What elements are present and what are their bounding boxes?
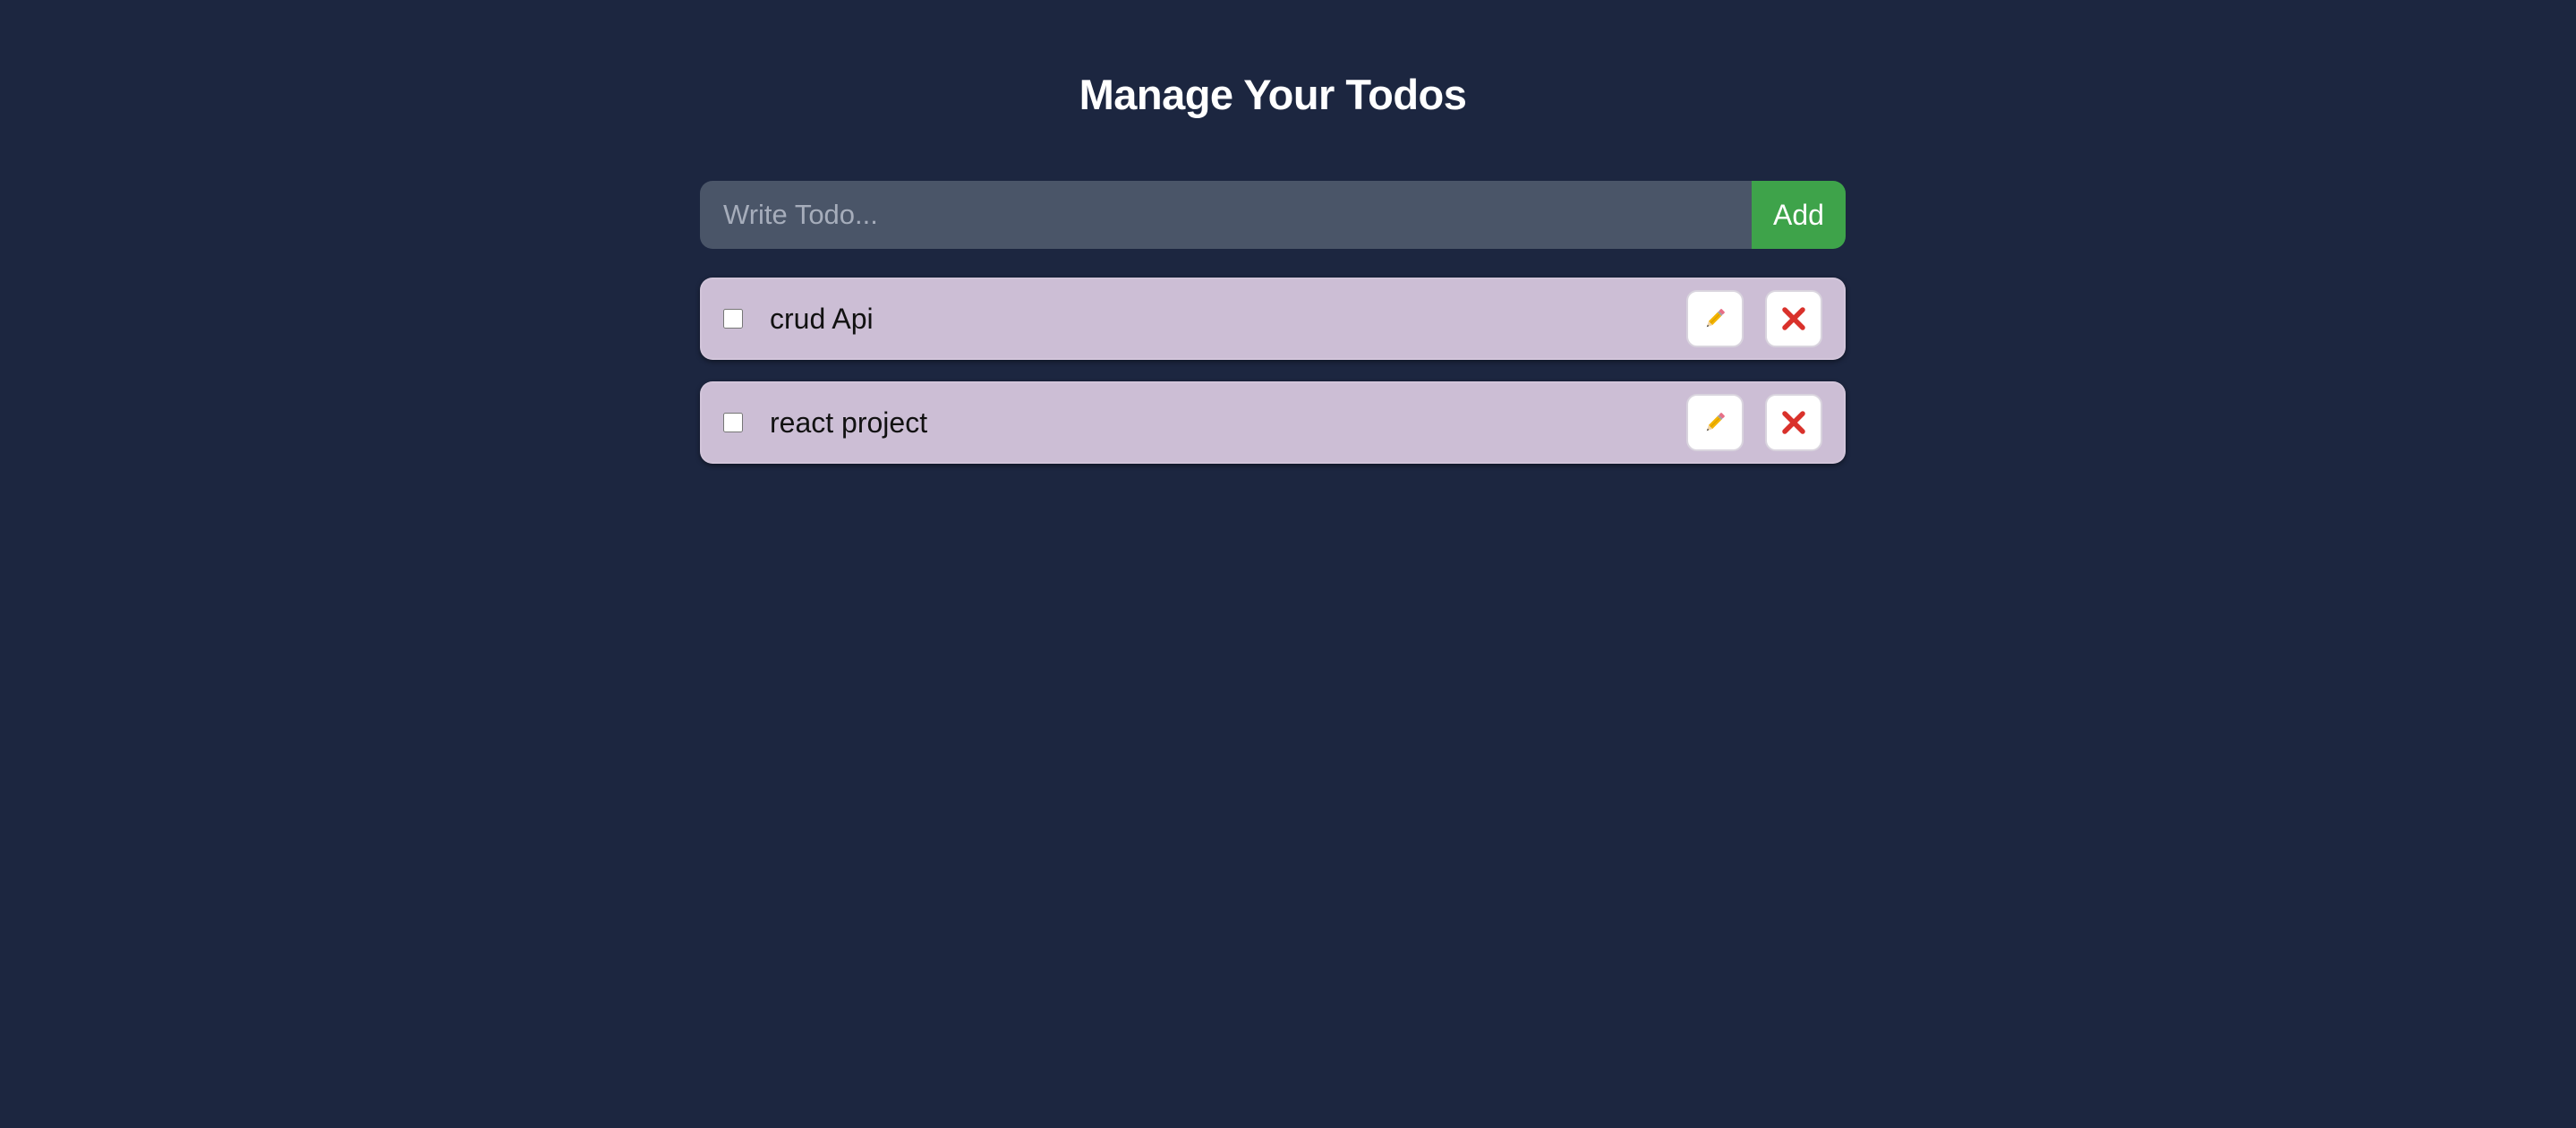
close-icon [1780,305,1807,332]
edit-button[interactable] [1686,394,1744,451]
todo-list: crud Api react project [700,278,1846,464]
todo-item: crud Api [700,278,1846,360]
todo-text: react project [770,406,928,439]
delete-button[interactable] [1765,290,1822,347]
close-icon [1780,409,1807,436]
todo-item: react project [700,381,1846,464]
add-button[interactable]: Add [1752,181,1846,249]
todo-input[interactable] [700,181,1752,249]
add-todo-form: Add [700,181,1846,249]
todo-app: Manage Your Todos Add crud Api [700,36,1846,485]
edit-button[interactable] [1686,290,1744,347]
todo-checkbox[interactable] [723,413,743,432]
todo-checkbox[interactable] [723,309,743,329]
page-title: Manage Your Todos [1079,71,1467,118]
pencil-icon [1702,305,1728,332]
delete-button[interactable] [1765,394,1822,451]
todo-text: crud Api [770,302,874,335]
pencil-icon [1702,409,1728,436]
